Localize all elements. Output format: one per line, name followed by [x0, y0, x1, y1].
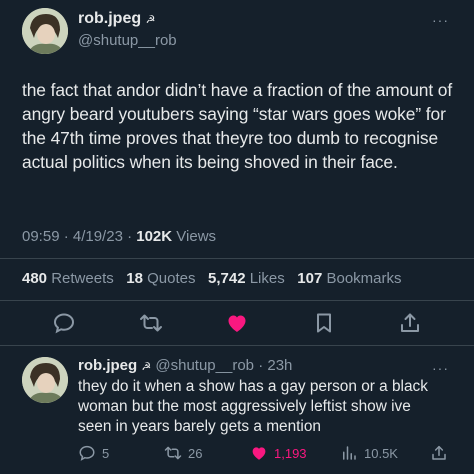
likes-label: Likes	[249, 270, 285, 287]
divider	[0, 258, 474, 259]
author-avatar[interactable]	[22, 8, 68, 54]
reply-author-handle[interactable]: @shutup__rob	[155, 357, 254, 374]
tweet-timestamp[interactable]: 09:59 · 4/19/23 ·	[22, 228, 132, 245]
reply-author-name[interactable]: rob.jpeg	[78, 357, 137, 374]
views-count: 102K	[136, 228, 173, 245]
hammer-sickle-icon: ☭	[141, 361, 152, 373]
quotes-stat[interactable]: 18 Quotes	[126, 270, 195, 287]
bookmarks-label: Bookmarks	[326, 270, 402, 287]
retweets-stat[interactable]: 480 Retweets	[22, 270, 114, 287]
tweet-stats: 480 Retweets 18 Quotes 5,742 Likes 107 B…	[22, 270, 402, 287]
views-icon	[340, 444, 358, 462]
bookmarks-stat[interactable]: 107 Bookmarks	[297, 270, 401, 287]
reply-text: they do it when a show has a gay person …	[78, 378, 428, 435]
tweet-meta: 09:59 · 4/19/23 · 102K Views	[22, 228, 216, 245]
retweet-icon	[164, 444, 182, 462]
reply-icon[interactable]	[52, 311, 76, 335]
reply-more-options-icon[interactable]: ···	[432, 360, 449, 376]
author-handle[interactable]: @shutup__rob	[78, 32, 177, 49]
bookmarks-count: 107	[297, 270, 323, 287]
tweet-text: the fact that andor didn’t have a fracti…	[22, 80, 453, 172]
reply-like-action[interactable]: 1,193	[250, 444, 307, 462]
divider	[0, 345, 474, 346]
quotes-label: Quotes	[147, 270, 196, 287]
share-icon[interactable]	[398, 311, 422, 335]
bookmark-icon[interactable]	[312, 311, 336, 335]
retweet-icon[interactable]	[139, 311, 163, 335]
reply-timestamp[interactable]: · 23h	[258, 357, 292, 374]
reply-replies-count: 5	[102, 445, 110, 461]
retweets-count: 480	[22, 270, 48, 287]
hammer-sickle-icon: ☭	[145, 14, 156, 26]
divider	[0, 300, 474, 301]
reply-icon	[78, 444, 96, 462]
reply-views-action[interactable]: 10.5K	[340, 444, 398, 462]
like-icon[interactable]	[225, 311, 249, 335]
reply-share-icon[interactable]	[430, 444, 448, 462]
author-name-text[interactable]: rob.jpeg	[78, 10, 141, 27]
likes-stat[interactable]: 5,742 Likes	[208, 270, 285, 287]
reply-retweet-action[interactable]: 26	[164, 444, 202, 462]
reply-header: rob.jpeg ☭ @shutup__rob · 23h	[78, 357, 292, 374]
views-label: Views	[176, 228, 217, 245]
quotes-count: 18	[126, 270, 143, 287]
retweets-label: Retweets	[51, 270, 114, 287]
reply-author-avatar[interactable]	[22, 357, 68, 403]
reply-likes-count: 1,193	[274, 445, 307, 461]
reply-retweets-count: 26	[188, 445, 203, 461]
author-name[interactable]: rob.jpeg ☭	[78, 10, 155, 28]
like-icon	[250, 444, 268, 462]
more-options-icon[interactable]: ···	[432, 12, 449, 28]
likes-count: 5,742	[208, 270, 246, 287]
reply-reply-action[interactable]: 5	[78, 444, 109, 462]
reply-views-count: 10.5K	[364, 445, 398, 461]
